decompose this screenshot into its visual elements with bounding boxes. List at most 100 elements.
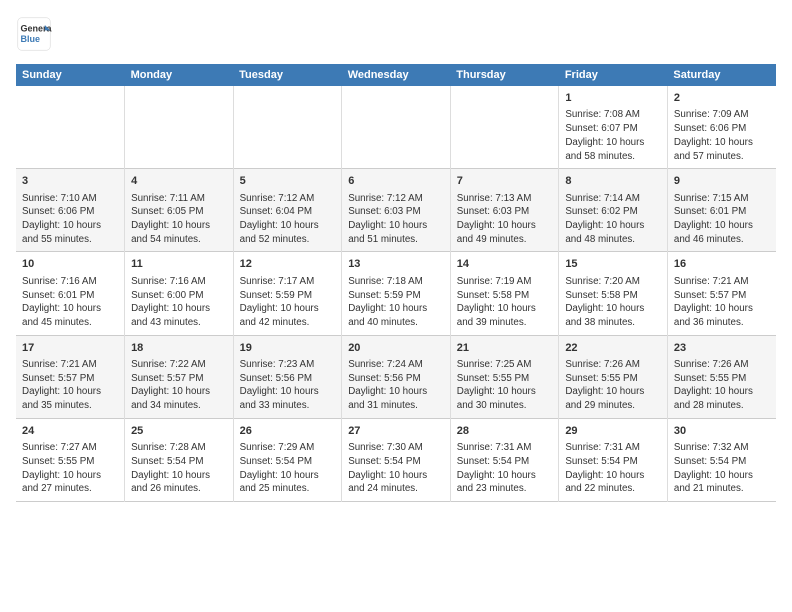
week-row-2: 10Sunrise: 7:16 AM Sunset: 6:01 PM Dayli…: [16, 252, 776, 335]
day-info: Sunrise: 7:20 AM Sunset: 5:58 PM Dayligh…: [565, 275, 661, 330]
day-number: 16: [674, 257, 770, 272]
calendar-table: SundayMondayTuesdayWednesdayThursdayFrid…: [16, 64, 776, 502]
day-info: Sunrise: 7:23 AM Sunset: 5:56 PM Dayligh…: [240, 358, 336, 413]
day-number: 20: [348, 341, 444, 356]
svg-text:Blue: Blue: [21, 34, 41, 44]
calendar-cell: 14 Sunrise: 7:19 AM Sunset: 5:58 PM Dayli…: [450, 252, 559, 335]
day-number: 13: [348, 257, 444, 272]
day-number: 17: [22, 341, 118, 356]
calendar-cell: 13Sunrise: 7:18 AM Sunset: 5:59 PM Dayli…: [342, 252, 451, 335]
calendar-cell: [342, 86, 451, 169]
calendar-header-row: SundayMondayTuesdayWednesdayThursdayFrid…: [16, 64, 776, 86]
calendar-cell: 28 Sunrise: 7:31 AM Sunset: 5:54 PM Dayli…: [450, 418, 559, 501]
day-number: 14: [457, 257, 553, 272]
day-info: Sunrise: 7:16 AM Sunset: 6:01 PM Dayligh…: [22, 275, 118, 330]
day-info: Sunrise: 7:12 AM Sunset: 6:03 PM Dayligh…: [348, 192, 444, 247]
calendar-cell: [125, 86, 234, 169]
day-info: Sunrise: 7:26 AM Sunset: 5:55 PM Dayligh…: [565, 358, 661, 413]
day-info: Sunrise: 7:17 AM Sunset: 5:59 PM Dayligh…: [240, 275, 336, 330]
day-info: Sunrise: 7:11 AM Sunset: 6:05 PM Dayligh…: [131, 192, 227, 247]
day-info: Sunrise: 7:28 AM Sunset: 5:54 PM Dayligh…: [131, 441, 227, 496]
day-number: 11: [131, 257, 227, 272]
day-number: 2: [674, 91, 770, 106]
day-number: 23: [674, 341, 770, 356]
calendar-cell: 2 Sunrise: 7:09 AM Sunset: 6:06 PM Daylig…: [667, 86, 776, 169]
calendar-cell: 5Sunrise: 7:12 AM Sunset: 6:04 PM Daylig…: [233, 169, 342, 252]
day-number: 22: [565, 341, 661, 356]
calendar-cell: 30Sunrise: 7:32 AM Sunset: 5:54 PM Dayli…: [667, 418, 776, 501]
day-header-wednesday: Wednesday: [342, 64, 451, 86]
day-number: 29: [565, 424, 661, 439]
day-number: 18: [131, 341, 227, 356]
calendar-cell: 19 Sunrise: 7:23 AM Sunset: 5:56 PM Dayli…: [233, 335, 342, 418]
week-row-4: 24 Sunrise: 7:27 AM Sunset: 5:55 PM Dayli…: [16, 418, 776, 501]
calendar-cell: 12 Sunrise: 7:17 AM Sunset: 5:59 PM Dayli…: [233, 252, 342, 335]
day-info: Sunrise: 7:31 AM Sunset: 5:54 PM Dayligh…: [457, 441, 553, 496]
day-info: Sunrise: 7:19 AM Sunset: 5:58 PM Dayligh…: [457, 275, 553, 330]
calendar-cell: 15 Sunrise: 7:20 AM Sunset: 5:58 PM Dayli…: [559, 252, 668, 335]
day-number: 8: [565, 174, 661, 189]
day-number: 6: [348, 174, 444, 189]
calendar-cell: 23 Sunrise: 7:26 AM Sunset: 5:55 PM Dayli…: [667, 335, 776, 418]
calendar-cell: [16, 86, 125, 169]
day-info: Sunrise: 7:27 AM Sunset: 5:55 PM Dayligh…: [22, 441, 118, 496]
day-header-sunday: Sunday: [16, 64, 125, 86]
calendar-cell: 1 Sunrise: 7:08 AM Sunset: 6:07 PM Daylig…: [559, 86, 668, 169]
calendar-cell: 29Sunrise: 7:31 AM Sunset: 5:54 PM Dayli…: [559, 418, 668, 501]
day-number: 1: [565, 91, 661, 106]
calendar-cell: 6 Sunrise: 7:12 AM Sunset: 6:03 PM Daylig…: [342, 169, 451, 252]
calendar-cell: 21 Sunrise: 7:25 AM Sunset: 5:55 PM Dayli…: [450, 335, 559, 418]
day-info: Sunrise: 7:24 AM Sunset: 5:56 PM Dayligh…: [348, 358, 444, 413]
calendar-cell: 26Sunrise: 7:29 AM Sunset: 5:54 PM Dayli…: [233, 418, 342, 501]
day-number: 5: [240, 174, 336, 189]
day-header-friday: Friday: [559, 64, 668, 86]
day-number: 4: [131, 174, 227, 189]
calendar-cell: 11 Sunrise: 7:16 AM Sunset: 6:00 PM Dayli…: [125, 252, 234, 335]
calendar-cell: 22 Sunrise: 7:26 AM Sunset: 5:55 PM Dayli…: [559, 335, 668, 418]
calendar-cell: 17 Sunrise: 7:21 AM Sunset: 5:57 PM Dayli…: [16, 335, 125, 418]
day-number: 21: [457, 341, 553, 356]
day-info: Sunrise: 7:30 AM Sunset: 5:54 PM Dayligh…: [348, 441, 444, 496]
calendar-cell: 4 Sunrise: 7:11 AM Sunset: 6:05 PM Daylig…: [125, 169, 234, 252]
day-header-thursday: Thursday: [450, 64, 559, 86]
day-info: Sunrise: 7:08 AM Sunset: 6:07 PM Dayligh…: [565, 108, 661, 163]
day-number: 26: [240, 424, 336, 439]
day-info: Sunrise: 7:21 AM Sunset: 5:57 PM Dayligh…: [22, 358, 118, 413]
calendar-cell: 25Sunrise: 7:28 AM Sunset: 5:54 PM Dayli…: [125, 418, 234, 501]
day-number: 27: [348, 424, 444, 439]
day-number: 12: [240, 257, 336, 272]
week-row-0: 1 Sunrise: 7:08 AM Sunset: 6:07 PM Daylig…: [16, 86, 776, 169]
day-info: Sunrise: 7:15 AM Sunset: 6:01 PM Dayligh…: [674, 192, 770, 247]
day-number: 7: [457, 174, 553, 189]
day-info: Sunrise: 7:09 AM Sunset: 6:06 PM Dayligh…: [674, 108, 770, 163]
day-number: 30: [674, 424, 770, 439]
calendar-cell: [233, 86, 342, 169]
day-info: Sunrise: 7:25 AM Sunset: 5:55 PM Dayligh…: [457, 358, 553, 413]
logo-icon: General Blue: [16, 16, 52, 52]
day-number: 15: [565, 257, 661, 272]
day-number: 24: [22, 424, 118, 439]
calendar-cell: 9Sunrise: 7:15 AM Sunset: 6:01 PM Daylig…: [667, 169, 776, 252]
week-row-3: 17 Sunrise: 7:21 AM Sunset: 5:57 PM Dayli…: [16, 335, 776, 418]
calendar-cell: [450, 86, 559, 169]
page-header: General Blue: [16, 16, 776, 52]
calendar-cell: 7 Sunrise: 7:13 AM Sunset: 6:03 PM Daylig…: [450, 169, 559, 252]
calendar-cell: 18 Sunrise: 7:22 AM Sunset: 5:57 PM Dayli…: [125, 335, 234, 418]
calendar-cell: 20 Sunrise: 7:24 AM Sunset: 5:56 PM Dayli…: [342, 335, 451, 418]
day-info: Sunrise: 7:26 AM Sunset: 5:55 PM Dayligh…: [674, 358, 770, 413]
calendar-cell: 16 Sunrise: 7:21 AM Sunset: 5:57 PM Dayli…: [667, 252, 776, 335]
day-info: Sunrise: 7:16 AM Sunset: 6:00 PM Dayligh…: [131, 275, 227, 330]
day-number: 28: [457, 424, 553, 439]
day-info: Sunrise: 7:22 AM Sunset: 5:57 PM Dayligh…: [131, 358, 227, 413]
day-header-tuesday: Tuesday: [233, 64, 342, 86]
calendar-cell: 3Sunrise: 7:10 AM Sunset: 6:06 PM Daylig…: [16, 169, 125, 252]
day-number: 19: [240, 341, 336, 356]
logo: General Blue: [16, 16, 52, 52]
calendar-cell: 8 Sunrise: 7:14 AM Sunset: 6:02 PM Daylig…: [559, 169, 668, 252]
day-info: Sunrise: 7:21 AM Sunset: 5:57 PM Dayligh…: [674, 275, 770, 330]
calendar-cell: 10Sunrise: 7:16 AM Sunset: 6:01 PM Dayli…: [16, 252, 125, 335]
day-info: Sunrise: 7:13 AM Sunset: 6:03 PM Dayligh…: [457, 192, 553, 247]
calendar-cell: 24 Sunrise: 7:27 AM Sunset: 5:55 PM Dayli…: [16, 418, 125, 501]
day-info: Sunrise: 7:14 AM Sunset: 6:02 PM Dayligh…: [565, 192, 661, 247]
day-info: Sunrise: 7:10 AM Sunset: 6:06 PM Dayligh…: [22, 192, 118, 247]
